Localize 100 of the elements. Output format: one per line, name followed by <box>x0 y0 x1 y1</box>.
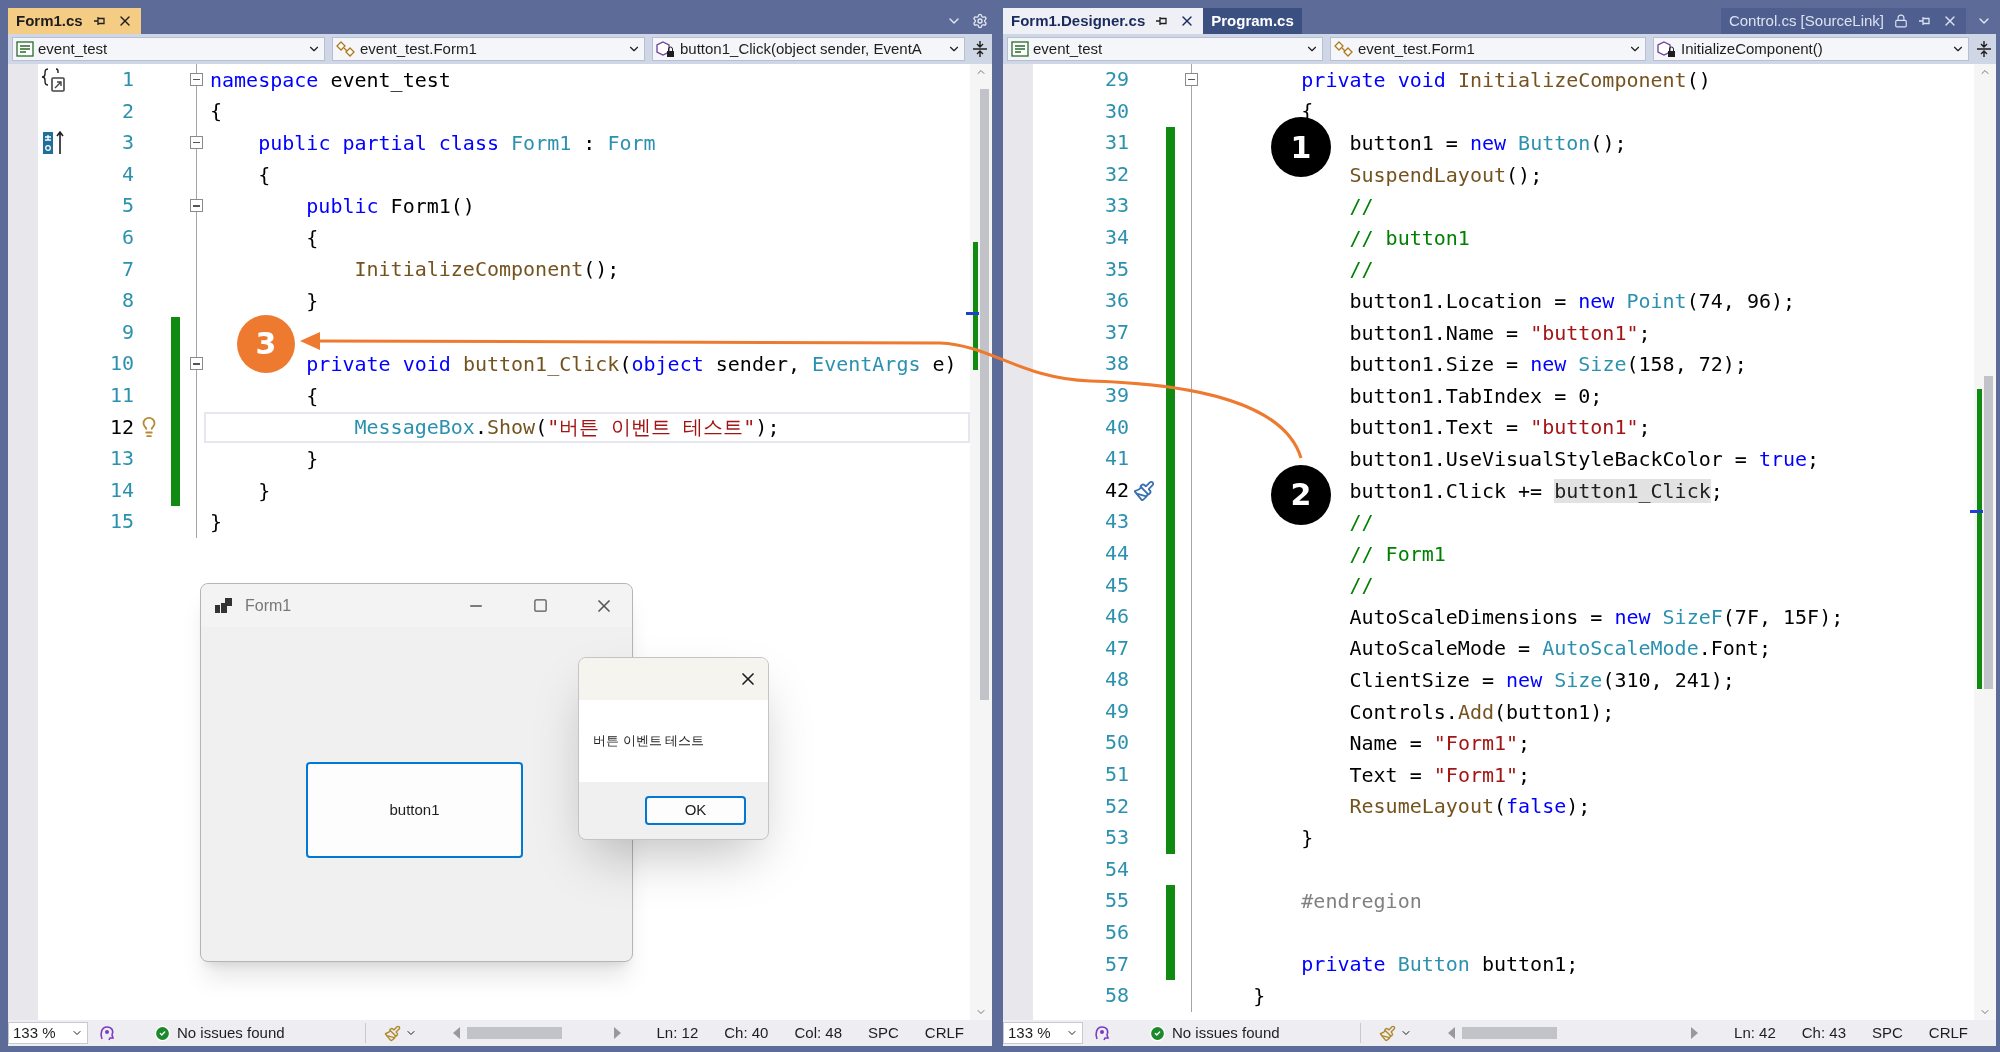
line-number: 51 <box>1103 761 1129 789</box>
zoom-dropdown[interactable]: 133 % <box>8 1022 88 1044</box>
collapse-button[interactable] <box>189 199 203 213</box>
line-number: 36 <box>1103 287 1129 315</box>
code-line: button1 = new Button(); <box>1349 130 1627 157</box>
caret-position-marker <box>1970 510 1983 513</box>
scroll-left-icon[interactable] <box>1448 1027 1456 1039</box>
collapse-button[interactable] <box>189 73 203 86</box>
line-number: 35 <box>1103 255 1129 283</box>
cleanup-button[interactable] <box>1379 1024 1412 1042</box>
brush-icon[interactable] <box>1133 479 1155 502</box>
navigation-dropdown[interactable]: event_test <box>1007 37 1323 61</box>
navigation-dropdown[interactable]: button1_Click(object sender, EventA <box>652 37 965 61</box>
code-line: // <box>1349 572 1374 600</box>
line-number: 43 <box>1103 508 1129 536</box>
message-text: 버튼 이벤트 테스트 <box>593 732 705 751</box>
line-number: 33 <box>1103 192 1129 220</box>
code-line: { <box>258 161 271 189</box>
minus-icon <box>192 141 200 144</box>
navigation-dropdown[interactable]: event_test.Form1 <box>1330 37 1646 61</box>
project-icon <box>1011 41 1029 57</box>
split-icon[interactable] <box>1976 40 1992 58</box>
code-line: button1.Name = "button1"; <box>1349 319 1651 347</box>
caret-position-marker <box>966 312 979 315</box>
line-number: 8 <box>120 287 134 315</box>
code-line: // Form1 <box>1349 540 1446 568</box>
line-number: 34 <box>1103 223 1129 251</box>
scroll-thumb[interactable] <box>1984 376 1993 689</box>
line-number: 29 <box>1103 66 1129 93</box>
code-line: Text = "Form1"; <box>1349 761 1531 789</box>
line-number: 4 <box>120 160 134 188</box>
code-line: ResumeLayout(false); <box>1349 793 1591 821</box>
code-line: { <box>306 382 319 410</box>
line-number: 6 <box>120 223 134 251</box>
code-line: private Button button1; <box>1301 951 1579 979</box>
scroll-thumb[interactable] <box>467 1027 562 1039</box>
class-icon <box>336 41 356 57</box>
maximize-icon[interactable] <box>533 598 548 613</box>
status-item: SPC <box>868 1022 899 1043</box>
document-tab[interactable]: Form1.Designer.cs <box>1003 8 1204 34</box>
settings-icon[interactable] <box>972 13 988 29</box>
collapse-button[interactable] <box>189 357 203 371</box>
pin-icon[interactable] <box>92 15 107 27</box>
status-item: CRLF <box>924 1022 964 1043</box>
navigation-dropdown[interactable]: InitializeComponent() <box>1653 37 1969 61</box>
dropdown-value: event_test <box>38 38 109 59</box>
line-number: 46 <box>1103 603 1129 631</box>
collapse-button[interactable] <box>189 136 203 150</box>
scroll-thumb[interactable] <box>1462 1027 1557 1039</box>
code-line: } <box>306 287 319 315</box>
document-tab[interactable]: Program.cs <box>1203 8 1302 34</box>
scroll-thumb[interactable] <box>980 89 989 700</box>
lock-icon <box>1894 14 1908 28</box>
split-icon[interactable] <box>972 40 988 58</box>
window-title: Form1 <box>245 595 292 616</box>
pin-icon[interactable] <box>1155 15 1170 27</box>
check-icon <box>154 1024 171 1042</box>
code-line: button1.Size = new Size(158, 72); <box>1349 351 1747 379</box>
code-line: private void button1_Click(object sender, EventArgs e) <box>306 351 957 379</box>
minus-icon <box>192 363 200 365</box>
code-line: button1.Location = new Point(74, 96); <box>1349 287 1796 315</box>
status-item: Ch: 40 <box>724 1022 769 1043</box>
code-line: } <box>1253 983 1266 1010</box>
collapse-button[interactable] <box>1184 73 1198 86</box>
code-line: Controls.Add(button1); <box>1349 698 1615 726</box>
project-icon <box>16 41 34 57</box>
ok-button[interactable]: OK <box>645 796 746 825</box>
scroll-right-icon[interactable] <box>612 1027 621 1039</box>
head-icon[interactable] <box>1093 1024 1111 1042</box>
scroll-right-icon[interactable] <box>1690 1027 1699 1039</box>
navigation-dropdown[interactable]: event_test.Form1 <box>332 37 645 61</box>
status-item: Ch: 43 <box>1801 1022 1846 1043</box>
issues-status: No issues found <box>177 1022 285 1043</box>
line-number: 57 <box>1103 950 1129 978</box>
line-number: 15 <box>108 508 134 536</box>
check-icon <box>1149 1024 1166 1042</box>
dropdown-value: event_test.Form1 <box>360 38 478 59</box>
method-icon <box>1657 40 1677 58</box>
zoom-dropdown[interactable]: 133 % <box>1003 1022 1083 1044</box>
status-item: Ln: 12 <box>656 1022 699 1043</box>
code-line: AutoScaleDimensions = new SizeF(7F, 15F); <box>1349 603 1844 631</box>
dropdown-value: event_test.Form1 <box>1358 38 1476 59</box>
line-number: 30 <box>1103 97 1129 125</box>
line-number: 53 <box>1103 824 1129 852</box>
cleanup-button[interactable] <box>384 1024 417 1042</box>
line-number: 38 <box>1103 350 1129 378</box>
dropdown-value: InitializeComponent() <box>1681 38 1824 59</box>
document-tab[interactable]: Form1.cs <box>8 8 141 34</box>
step-badge: 2 <box>1271 464 1331 525</box>
line-number: 47 <box>1103 634 1129 662</box>
code-line: #endregion <box>1301 888 1422 916</box>
line-number: 58 <box>1103 982 1129 1010</box>
code-line: InitializeComponent(); <box>354 256 620 284</box>
line-number: 52 <box>1103 792 1129 820</box>
scroll-left-icon[interactable] <box>453 1027 461 1039</box>
form-button[interactable]: button1 <box>306 762 523 858</box>
head-icon[interactable] <box>98 1024 116 1042</box>
line-number: 3 <box>120 129 134 157</box>
navigation-dropdown[interactable]: event_test <box>12 37 325 61</box>
status-item: Ln: 42 <box>1734 1022 1776 1043</box>
